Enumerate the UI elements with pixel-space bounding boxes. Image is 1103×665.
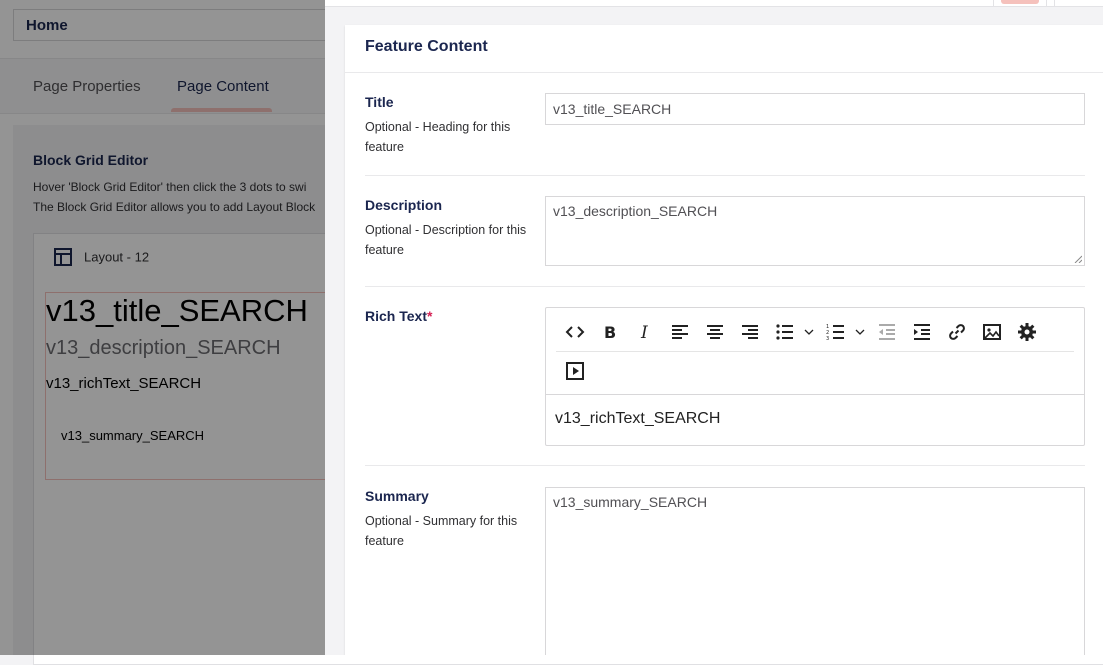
svg-text:B: B (604, 323, 616, 342)
title-label: Title (365, 94, 394, 110)
outdent-icon[interactable] (873, 318, 901, 346)
required-marker: * (426, 308, 433, 324)
italic-icon[interactable]: I (631, 318, 659, 346)
indent-icon[interactable] (908, 318, 936, 346)
link-icon[interactable] (943, 318, 971, 346)
divider (365, 465, 1085, 466)
description-label: Description (365, 197, 443, 213)
align-right-icon[interactable] (736, 318, 764, 346)
panel-top-divider (1054, 0, 1055, 6)
feature-content-card: Feature Content Title Optional - Heading… (345, 25, 1103, 655)
summary-label: Summary (365, 488, 429, 504)
rich-text-editor[interactable]: B I 1 2 3 v13_richText_SEARCH (545, 307, 1085, 446)
settings-icon[interactable] (1013, 318, 1041, 346)
align-left-icon[interactable] (666, 318, 694, 346)
panel-tab-indicator (1001, 0, 1039, 4)
rte-content[interactable]: v13_richText_SEARCH (555, 410, 720, 428)
rte-toolbar: B I 1 2 3 (546, 308, 1084, 395)
description-textarea[interactable]: v13_description_SEARCH (545, 196, 1085, 266)
description-description: Optional - Description for this feature (365, 223, 527, 257)
feature-editor-panel: Feature Content Title Optional - Heading… (325, 0, 1103, 655)
divider (365, 286, 1085, 287)
panel-top-bar (325, 0, 1103, 7)
svg-text:3: 3 (826, 336, 829, 342)
summary-description: Optional - Summary for this feature (365, 514, 518, 548)
summary-value: v13_summary_SEARCH (553, 494, 708, 510)
media-embed-icon[interactable] (561, 357, 589, 385)
panel-tab[interactable] (993, 0, 1047, 6)
bullet-list-icon[interactable] (771, 318, 799, 346)
toolbar-row-divider (556, 351, 1074, 352)
image-icon[interactable] (978, 318, 1006, 346)
title-description: Optional - Heading for this feature (365, 120, 511, 154)
chevron-down-icon[interactable] (854, 318, 866, 346)
description-value: v13_description_SEARCH (553, 203, 718, 219)
rich-text-label: Rich Text* (365, 308, 432, 324)
card-header: Feature Content (345, 25, 1103, 73)
card-title: Feature Content (365, 38, 488, 55)
rich-text-label-text: Rich Text (365, 308, 427, 324)
source-code-icon[interactable] (561, 318, 589, 346)
resize-grip-icon[interactable] (1074, 255, 1082, 263)
bold-icon[interactable]: B (596, 318, 624, 346)
title-input[interactable] (545, 93, 1085, 125)
chevron-down-icon[interactable] (803, 318, 815, 346)
summary-textarea[interactable]: v13_summary_SEARCH (545, 487, 1085, 655)
numbered-list-icon[interactable]: 123 (822, 318, 850, 346)
align-center-icon[interactable] (701, 318, 729, 346)
divider (365, 175, 1085, 176)
svg-text:I: I (640, 323, 648, 342)
